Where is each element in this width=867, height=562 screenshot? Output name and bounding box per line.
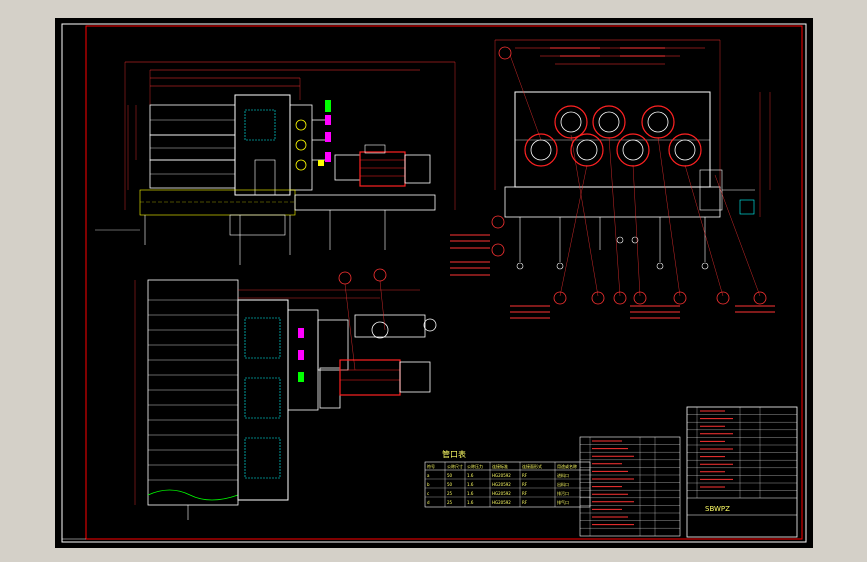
nozzle-table-cell: RF [522,500,528,505]
drawing-sheet: 管口表 符号 公称尺寸 公称压力 连接标准 连接面形式 用途或名称a 50 1.6 HG2059… [55,18,813,548]
nozzle-table-header: 公称压力 [467,463,483,469]
nozzle-table-cell: RF [522,491,528,496]
nozzle-table-header: 用途或名称 [557,463,577,469]
nozzle-table-cell: 25 [447,500,453,505]
nozzle-table-cell: 1.6 [467,482,474,487]
nozzle-table-cell: 1.6 [467,491,474,496]
nozzle-table-header: 公称尺寸 [447,463,463,469]
nozzle-table-cell: 1.6 [467,473,474,478]
nozzle-table-header: 符号 [427,463,435,469]
nozzle-table-cell: 25 [447,491,453,496]
nozzle-table-cell: 排气口 [557,499,569,505]
nozzle-table-cell: RF [522,473,528,478]
nozzle-table-cell: HG20592 [492,500,511,505]
nozzle-table-cell: HG20592 [492,491,511,496]
drawing-number: SBWPZ [705,505,730,513]
nozzle-table-cell: 出料口 [557,481,569,487]
nozzle-table-header: 连接面形式 [522,463,542,469]
nozzle-table-header: 连接标准 [492,463,508,469]
nozzle-table-cell: HG20592 [492,473,511,478]
nozzle-table-cell: 进料口 [557,472,569,478]
nozzle-table-cell: 50 [447,473,453,478]
nozzle-table-cell: 50 [447,482,453,487]
nozzle-table-cell: RF [522,482,528,487]
nozzle-table-title: 管口表 [442,449,466,459]
nozzle-table-cell: 1.6 [467,500,474,505]
nozzle-table-cell: 排污口 [557,490,569,496]
nozzle-table-cell: HG20592 [492,482,511,487]
nozzle-table-cell: c [427,491,429,496]
cad-viewport[interactable]: { "window": { "background": "#d4d0c8", "… [0,0,867,562]
